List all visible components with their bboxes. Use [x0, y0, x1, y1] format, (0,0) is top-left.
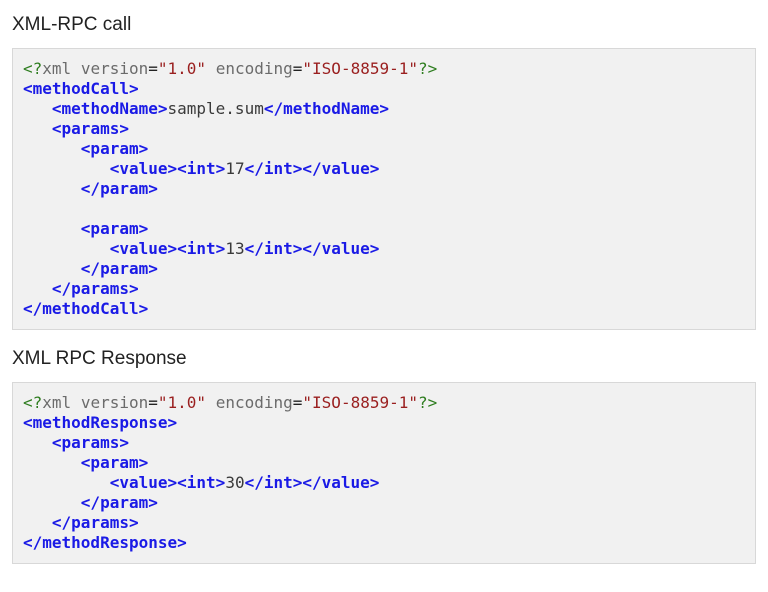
space	[206, 59, 216, 78]
tag-methodresponse-open: <methodResponse>	[23, 413, 177, 432]
val-version: "1.0"	[158, 393, 206, 412]
method-name-text: sample.sum	[168, 99, 264, 118]
code-block-call: <?xml version="1.0" encoding="ISO-8859-1…	[12, 48, 756, 330]
equals: =	[148, 59, 158, 78]
int-value-1: 17	[225, 159, 244, 178]
tag-param-close: </param>	[81, 493, 158, 512]
tag-int-close: </int>	[245, 473, 303, 492]
attr-version: version	[81, 393, 148, 412]
tag-param-open: <param>	[81, 219, 148, 238]
tag-int-open: <int>	[177, 473, 225, 492]
section-title-response: XML RPC Response	[12, 348, 756, 370]
tag-int-close: </int>	[245, 239, 303, 258]
tag-int-open: <int>	[177, 239, 225, 258]
equals: =	[293, 59, 303, 78]
pi-open: <?	[23, 59, 42, 78]
pi-close: ?>	[418, 59, 437, 78]
int-value-2: 13	[225, 239, 244, 258]
tag-methodresponse-close: </methodResponse>	[23, 533, 187, 552]
tag-methodname-open: <methodName>	[52, 99, 168, 118]
tag-params-close: </params>	[52, 513, 139, 532]
pi-close: ?>	[418, 393, 437, 412]
tag-methodcall-close: </methodCall>	[23, 299, 148, 318]
tag-param-close: </param>	[81, 259, 158, 278]
tag-params-open: <params>	[52, 433, 129, 452]
val-encoding: "ISO-8859-1"	[302, 393, 418, 412]
val-encoding: "ISO-8859-1"	[302, 59, 418, 78]
attr-encoding: encoding	[216, 59, 293, 78]
tag-int-open: <int>	[177, 159, 225, 178]
tag-value-close: </value>	[302, 159, 379, 178]
space	[206, 393, 216, 412]
tag-value-close: </value>	[302, 473, 379, 492]
code-block-response: <?xml version="1.0" encoding="ISO-8859-1…	[12, 382, 756, 564]
section-title-call: XML-RPC call	[12, 14, 756, 36]
tag-params-open: <params>	[52, 119, 129, 138]
tag-value-open: <value>	[110, 239, 177, 258]
tag-params-close: </params>	[52, 279, 139, 298]
tag-value-close: </value>	[302, 239, 379, 258]
xml-keyword: xml	[42, 59, 71, 78]
tag-param-close: </param>	[81, 179, 158, 198]
tag-int-close: </int>	[245, 159, 303, 178]
int-result: 30	[225, 473, 244, 492]
val-version: "1.0"	[158, 59, 206, 78]
pi-open: <?	[23, 393, 42, 412]
tag-param-open: <param>	[81, 139, 148, 158]
tag-value-open: <value>	[110, 473, 177, 492]
tag-param-open: <param>	[81, 453, 148, 472]
tag-methodname-close: </methodName>	[264, 99, 389, 118]
attr-encoding: encoding	[216, 393, 293, 412]
tag-value-open: <value>	[110, 159, 177, 178]
space	[71, 59, 81, 78]
equals: =	[293, 393, 303, 412]
xml-keyword: xml	[42, 393, 71, 412]
equals: =	[148, 393, 158, 412]
attr-version: version	[81, 59, 148, 78]
tag-methodcall-open: <methodCall>	[23, 79, 139, 98]
space	[71, 393, 81, 412]
